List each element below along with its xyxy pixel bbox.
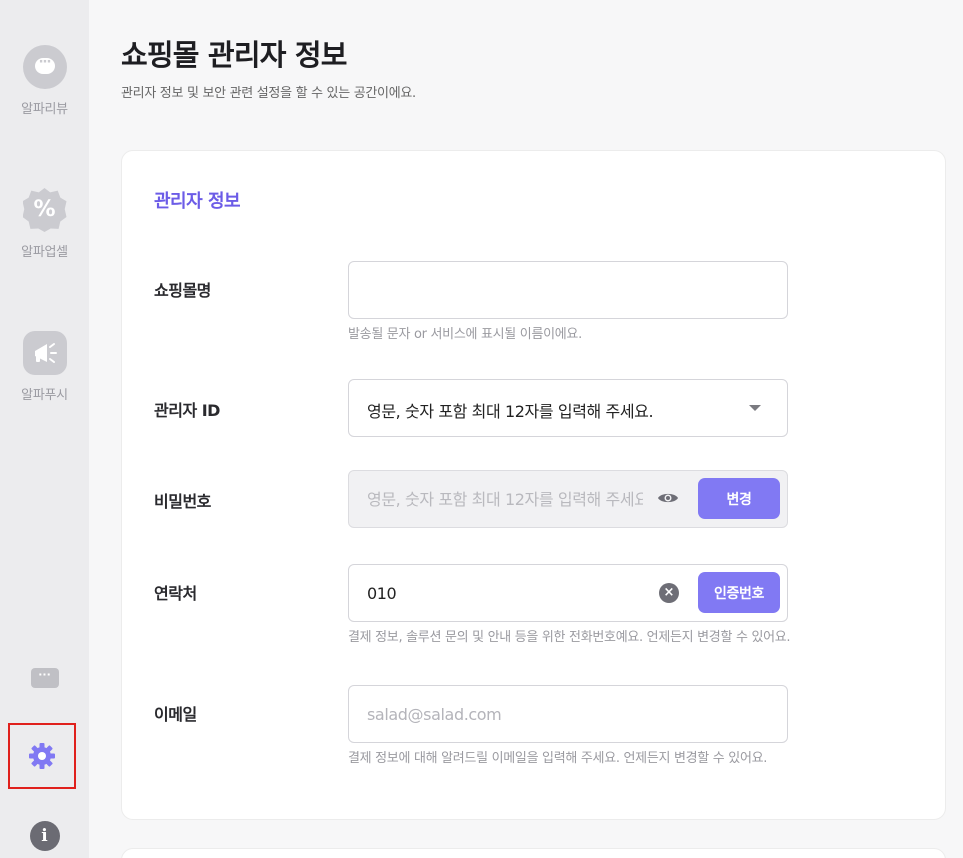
sidebar: 알파리뷰 % 알파업셀 알파푸시 ··· <box>0 0 89 858</box>
sidebar-app-label: 알파업셀 <box>21 245 68 260</box>
chat-bubble-icon <box>22 45 67 89</box>
next-section-card <box>121 848 946 858</box>
page-title: 쇼핑몰 관리자 정보 <box>121 38 347 72</box>
password-input[interactable] <box>367 471 643 527</box>
shop-name-helper: 발송될 문자 or 서비스에 표시될 이름이에요. <box>348 327 582 342</box>
admin-id-select[interactable]: 영문, 숫자 포함 최대 12자를 입력해 주세요. <box>348 379 788 437</box>
sidebar-app-label: 알파푸시 <box>21 388 68 403</box>
eye-icon[interactable] <box>657 491 679 505</box>
admin-id-selected: 영문, 숫자 포함 최대 12자를 입력해 주세요. <box>367 402 654 421</box>
chat-button[interactable]: ··· <box>0 668 89 688</box>
settings-button[interactable] <box>8 723 76 789</box>
password-field[interactable]: 변경 <box>348 470 788 528</box>
sidebar-app-alpha-upsell[interactable]: % 알파업셀 <box>0 188 89 260</box>
chevron-down-icon <box>749 405 761 411</box>
megaphone-icon-glyph <box>34 343 57 363</box>
shop-name-field[interactable] <box>348 261 788 319</box>
shop-name-label: 쇼핑몰명 <box>154 281 211 300</box>
clear-icon[interactable]: × <box>659 583 679 603</box>
info-button[interactable]: i <box>0 821 89 851</box>
email-field[interactable] <box>348 685 788 743</box>
info-icon: i <box>29 821 60 851</box>
section-title: 관리자 정보 <box>154 191 241 212</box>
sidebar-app-alpha-review[interactable]: 알파리뷰 <box>0 45 89 117</box>
phone-input[interactable] <box>367 565 647 621</box>
phone-field[interactable]: × 인증번호 <box>348 564 788 622</box>
password-label: 비밀번호 <box>154 492 211 511</box>
admin-id-label: 관리자 ID <box>154 401 220 420</box>
verification-code-button[interactable]: 인증번호 <box>698 572 780 613</box>
admin-info-card: 관리자 정보 쇼핑몰명 발송될 문자 or 서비스에 표시될 이름이에요. 관리… <box>121 150 946 820</box>
megaphone-icon <box>22 331 67 375</box>
shop-name-input[interactable] <box>367 262 767 318</box>
page-subtitle: 관리자 정보 및 보안 관련 설정을 할 수 있는 공간이에요. <box>121 86 416 101</box>
gear-icon <box>29 743 55 769</box>
change-password-button[interactable]: 변경 <box>698 478 780 519</box>
email-helper: 결제 정보에 대해 알려드릴 이메일을 입력해 주세요. 언제든지 변경할 수 … <box>348 751 768 766</box>
chat-icon: ··· <box>30 668 59 688</box>
sidebar-app-label: 알파리뷰 <box>21 102 68 117</box>
sidebar-app-alpha-push[interactable]: 알파푸시 <box>0 331 89 403</box>
percent-badge-icon: % <box>22 188 67 232</box>
phone-label: 연락처 <box>154 584 197 603</box>
phone-helper: 결제 정보, 솔루션 문의 및 안내 등을 위한 전화번호예요. 언제든지 변경… <box>348 630 791 645</box>
email-input[interactable] <box>367 686 767 742</box>
email-label: 이메일 <box>154 705 197 724</box>
